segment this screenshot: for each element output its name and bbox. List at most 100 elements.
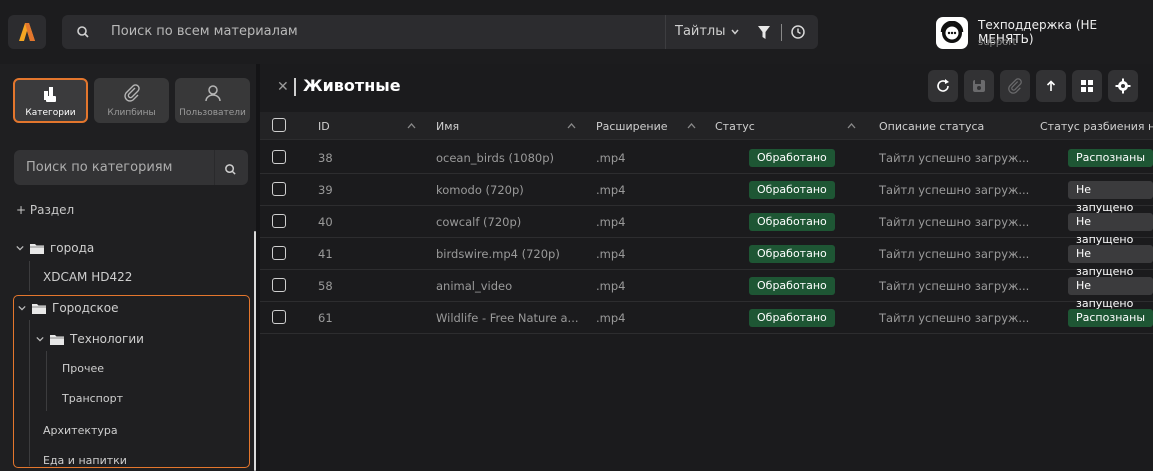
tree-item-urban[interactable]: Городское — [18, 301, 119, 315]
row-checkbox[interactable] — [272, 214, 286, 228]
split-status-badge: Не запущено — [1068, 277, 1153, 310]
table-row[interactable]: 40 cowcalf (720p) .mp4 Обработано Тайтл … — [260, 206, 1153, 246]
settings-icon — [1115, 78, 1131, 94]
save-button[interactable] — [964, 70, 994, 102]
tree-item-label: XDCAM HD422 — [43, 270, 133, 284]
status-badge: Обработано — [749, 149, 835, 167]
table-row[interactable]: 39 komodo (720p) .mp4 Обработано Тайтл у… — [260, 174, 1153, 214]
logo-icon[interactable] — [8, 15, 46, 49]
cell-id: 41 — [318, 247, 333, 261]
status-badge: Обработано — [749, 181, 835, 199]
column-header-id[interactable]: ID — [318, 120, 330, 133]
status-badge: Обработано — [749, 213, 835, 231]
user-icon — [204, 84, 222, 106]
cell-extension: .mp4 — [596, 311, 626, 325]
tree-item-label: Архитектура — [43, 424, 118, 437]
tree-item-label: Прочее — [62, 362, 105, 375]
cell-name[interactable]: komodo (720p) — [436, 183, 524, 197]
tree-item-xdcam[interactable]: XDCAM HD422 — [43, 270, 132, 284]
tab-users[interactable]: Пользователи — [175, 78, 250, 123]
add-section-button[interactable]: + Раздел — [16, 203, 74, 217]
cell-status-desc: Тайтл успешно загруж... — [879, 183, 1030, 197]
main-panel: ✕ Животные ID Имя Расширение Статус Опис… — [260, 64, 1153, 471]
global-search[interactable]: Поиск по всем материалам Тайтлы — [62, 15, 818, 49]
chevron-down-icon — [16, 245, 24, 251]
support-chat-icon[interactable] — [936, 17, 968, 49]
grid-icon — [1081, 80, 1093, 92]
category-search[interactable]: Поиск по категориям — [14, 150, 248, 185]
tab-clipbins-label: Клипбины — [107, 108, 156, 118]
row-checkbox[interactable] — [272, 246, 286, 260]
titles-dropdown[interactable]: Тайтлы — [675, 24, 740, 39]
column-header-extension[interactable]: Расширение — [596, 120, 668, 133]
tree-item-transport[interactable]: Транспорт — [62, 392, 123, 405]
upload-button[interactable] — [1036, 70, 1066, 102]
sort-caret-icon — [847, 123, 856, 129]
row-checkbox[interactable] — [272, 150, 286, 164]
tab-categories[interactable]: Категории — [13, 78, 88, 123]
selected-group-outline — [13, 295, 250, 468]
table-header: ID Имя Расширение Статус Описание статус… — [260, 112, 1153, 140]
settings-button[interactable] — [1108, 70, 1138, 102]
tree-item-technologies[interactable]: Технологии — [36, 332, 144, 346]
search-icon[interactable] — [224, 161, 237, 180]
tree-item-label: города — [50, 241, 95, 255]
cell-name[interactable]: birdswire.mp4 (720p) — [436, 247, 560, 261]
split-status-badge: Не запущено — [1068, 245, 1153, 278]
row-checkbox[interactable] — [272, 278, 286, 292]
status-badge: Обработано — [749, 245, 835, 263]
cell-status-desc: Тайтл успешно загруж... — [879, 151, 1030, 165]
search-input[interactable]: Поиск по всем материалам — [111, 24, 298, 39]
filter-divider — [781, 24, 782, 41]
cell-status-desc: Тайтл успешно загруж... — [879, 247, 1030, 261]
tree-item-cities[interactable]: города — [16, 241, 94, 255]
user-role: support — [978, 37, 1017, 48]
column-header-status[interactable]: Статус — [715, 120, 755, 133]
page-title: Животные — [303, 76, 401, 95]
tree-item-food[interactable]: Еда и напитки — [43, 454, 127, 467]
table-row[interactable]: 38 ocean_birds (1080p) .mp4 Обработано Т… — [260, 142, 1153, 174]
tree-item-other[interactable]: Прочее — [62, 362, 104, 375]
history-icon[interactable] — [790, 24, 806, 44]
tab-categories-label: Категории — [25, 108, 76, 118]
row-checkbox[interactable] — [272, 182, 286, 196]
cell-name[interactable]: cowcalf (720p) — [436, 215, 521, 229]
cell-extension: .mp4 — [596, 151, 626, 165]
select-all-checkbox[interactable] — [272, 118, 286, 132]
save-icon — [973, 80, 985, 92]
filter-icon[interactable] — [758, 25, 770, 44]
refresh-button[interactable] — [928, 70, 958, 102]
attach-icon — [1008, 78, 1022, 94]
cell-status-desc: Тайтл успешно загруж... — [879, 215, 1030, 229]
attach-button[interactable] — [1000, 70, 1030, 102]
cell-name[interactable]: ocean_birds (1080p) — [436, 151, 554, 165]
row-checkbox[interactable] — [272, 310, 286, 324]
tree-item-label: Городское — [52, 301, 119, 315]
category-search-input[interactable]: Поиск по категориям — [26, 160, 172, 175]
column-header-name[interactable]: Имя — [436, 120, 459, 133]
column-header-split-status[interactable]: Статус разбиения на — [1040, 120, 1153, 133]
split-status-badge: Не запущено — [1068, 181, 1153, 214]
cell-id: 58 — [318, 279, 333, 293]
grid-view-button[interactable] — [1072, 70, 1102, 102]
tree-guide — [29, 320, 30, 466]
tree-item-label: Еда и напитки — [43, 454, 127, 467]
cell-status-desc: Тайтл успешно загруж... — [879, 311, 1030, 325]
column-header-status-desc[interactable]: Описание статуса — [879, 120, 984, 133]
tree-item-architecture[interactable]: Архитектура — [43, 424, 118, 437]
sidebar: Категории Клипбины Пользователи Поиск по… — [0, 64, 256, 471]
table-row[interactable]: 58 animal_video .mp4 Обработано Тайтл ус… — [260, 270, 1153, 310]
top-bar: Поиск по всем материалам Тайтлы Техподде… — [0, 0, 1153, 64]
table-row[interactable]: 61 Wildlife - Free Nature a... .mp4 Обра… — [260, 302, 1153, 334]
tab-clipbins[interactable]: Клипбины — [94, 78, 169, 123]
close-icon[interactable]: ✕ — [277, 79, 289, 95]
sort-caret-icon — [407, 123, 416, 129]
cell-name[interactable]: animal_video — [436, 279, 512, 293]
title-separator — [294, 78, 296, 96]
table-row[interactable]: 41 birdswire.mp4 (720p) .mp4 Обработано … — [260, 238, 1153, 278]
cell-extension: .mp4 — [596, 215, 626, 229]
folder-icon — [50, 334, 64, 345]
status-badge: Обработано — [749, 309, 835, 327]
cell-name[interactable]: Wildlife - Free Nature a... — [436, 311, 579, 325]
search-divider — [665, 15, 666, 49]
